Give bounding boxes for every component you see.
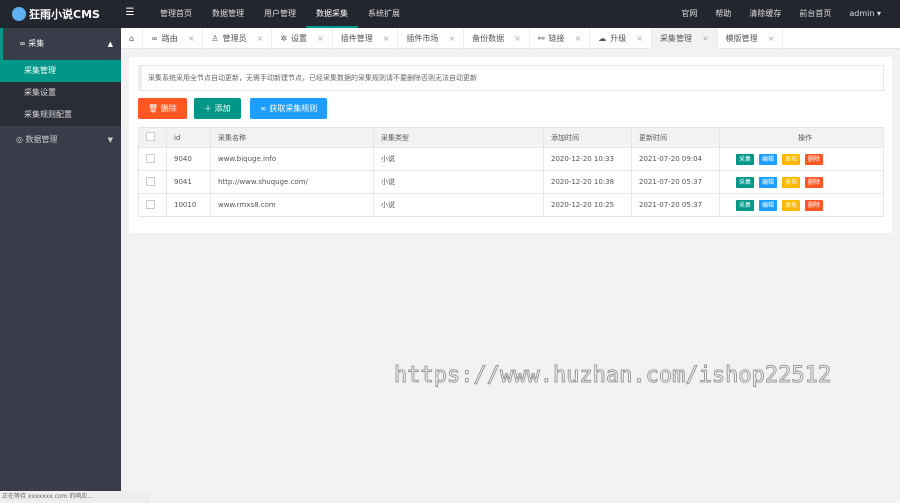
close-icon[interactable]: × xyxy=(702,28,709,49)
topnav-users[interactable]: 用户管理 xyxy=(254,0,306,28)
app-logo[interactable]: 狂雨小说CMS xyxy=(0,0,121,28)
delete-row-button[interactable]: 删除 xyxy=(805,153,824,165)
table-row: 10010 www.rmxs8.com 小说 2020-12-20 10:25 … xyxy=(138,193,884,217)
top-nav: 管理首页 数据管理 用户管理 数据采集 系统扩展 xyxy=(150,0,410,28)
tab-collect-manage[interactable]: 采集管理 × xyxy=(651,28,718,49)
topnav-collect[interactable]: 数据采集 xyxy=(306,0,358,28)
trash-icon: 🗑 xyxy=(148,104,161,113)
topnav-ext[interactable]: 系统扩展 xyxy=(358,0,410,28)
tab-upgrade[interactable]: ☁ 升级 × xyxy=(590,28,652,49)
publish-button[interactable]: 发布 xyxy=(782,176,801,188)
sidebar-group-collect[interactable]: ∞ 采集 ▲ xyxy=(0,28,121,60)
link-icon: ∞ xyxy=(260,104,270,113)
table-row: 9041 http://www.shuquge.com/ 小说 2020-12-… xyxy=(138,170,884,194)
collect-table: id 采集名称 采集类型 添加时间 更新时间 操作 9040 www.biqug… xyxy=(138,127,884,217)
collect-button[interactable]: 采集 xyxy=(736,176,755,188)
sidebar-group-data[interactable]: ◎ 数据管理 ▼ xyxy=(0,126,121,154)
menu-toggle-icon[interactable]: ☰ xyxy=(124,7,136,19)
tab-settings[interactable]: ✲ 设置 × xyxy=(272,28,333,49)
plus-icon: ＋ xyxy=(204,104,215,113)
add-button[interactable]: ＋ 添加 xyxy=(194,98,241,119)
close-icon[interactable]: × xyxy=(514,28,521,49)
table-row: 9040 www.biquge.info 小说 2020-12-20 10:33… xyxy=(138,147,884,171)
tab-plugin-market[interactable]: 插件市场 × xyxy=(398,28,465,49)
link-icon: ∞ xyxy=(19,39,29,48)
fetch-rules-button[interactable]: ∞ 获取采集规则 xyxy=(250,98,328,119)
gear-icon: ✲ xyxy=(280,34,288,43)
topnav-data[interactable]: 数据管理 xyxy=(202,0,254,28)
tab-route[interactable]: ∞ 路由 × xyxy=(143,28,204,49)
col-name[interactable]: 采集名称 xyxy=(210,127,374,148)
sidebar-item-collect-rules[interactable]: 采集规则配置 xyxy=(0,104,121,126)
right-nav: 官网 帮助 清除缓存 前台首页 admin ▾ xyxy=(672,0,890,28)
delete-row-button[interactable]: 删除 xyxy=(805,176,824,188)
close-icon[interactable]: × xyxy=(575,28,582,49)
sidebar-group-label: 数据管理 xyxy=(25,135,58,144)
collect-button[interactable]: 采集 xyxy=(736,153,755,165)
col-updated[interactable]: 更新时间 xyxy=(631,127,720,148)
cloud-icon xyxy=(12,7,26,21)
publish-button[interactable]: 发布 xyxy=(782,199,801,211)
edit-button[interactable]: 编辑 xyxy=(759,199,778,211)
publish-button[interactable]: 发布 xyxy=(782,153,801,165)
tab-templates[interactable]: 模版管理 × xyxy=(718,28,784,49)
close-icon[interactable]: × xyxy=(636,28,643,49)
tab-bar: ⌂ ∞ 路由 × ♙ 管理员 × ✲ 设置 × 插件管理 × 插件市场 × 备份数据 × ⚯ 链接 ×… xyxy=(121,28,900,49)
col-added[interactable]: 添加时间 xyxy=(543,127,632,148)
close-icon[interactable]: × xyxy=(383,28,390,49)
edit-button[interactable]: 编辑 xyxy=(759,176,778,188)
row-checkbox[interactable] xyxy=(146,199,155,209)
app-title: 狂雨小说CMS xyxy=(29,8,100,21)
select-all-checkbox[interactable] xyxy=(146,132,155,141)
tab-links[interactable]: ⚯ 链接 × xyxy=(530,28,591,49)
col-id[interactable]: id xyxy=(166,127,211,148)
status-bar: 正在等待 xxxxxxx.com 的响应... xyxy=(0,491,150,503)
link-icon: ∞ xyxy=(151,34,158,43)
sidebar-group-label: 采集 xyxy=(28,39,45,48)
sidebar: ∞ 采集 ▲ 采集管理 采集设置 采集规则配置 ◎ 数据管理 ▼ xyxy=(0,28,121,503)
close-icon[interactable]: × xyxy=(188,28,195,49)
col-type[interactable]: 采集类型 xyxy=(373,127,544,148)
sidebar-item-collect-settings[interactable]: 采集设置 xyxy=(0,82,121,104)
tab-plugins[interactable]: 插件管理 × xyxy=(333,28,399,49)
close-icon[interactable]: × xyxy=(257,28,264,49)
topnav-home[interactable]: 管理首页 xyxy=(150,0,202,28)
collect-button[interactable]: 采集 xyxy=(736,199,755,211)
notice-text: 采集系统采用全节点自动更新，无需手动新建节点，已经采集数据的采集规则请不要删除否… xyxy=(138,65,884,91)
user-icon: ♙ xyxy=(211,34,219,43)
home-icon: ⌂ xyxy=(129,34,135,43)
watermark: https://www.huzhan.com/ishop22512 xyxy=(393,363,832,389)
tab-admin[interactable]: ♙ 管理员 × xyxy=(203,28,273,49)
delete-row-button[interactable]: 删除 xyxy=(805,199,824,211)
close-icon[interactable]: × xyxy=(448,28,455,49)
rnav-help[interactable]: 帮助 xyxy=(706,0,740,28)
close-icon[interactable]: × xyxy=(317,28,324,49)
tab-backup[interactable]: 备份数据 × xyxy=(464,28,530,49)
rnav-clear-cache[interactable]: 清除缓存 xyxy=(740,0,790,28)
rnav-site[interactable]: 官网 xyxy=(672,0,706,28)
chevron-down-icon: ▼ xyxy=(107,136,113,144)
row-checkbox[interactable] xyxy=(146,176,155,186)
chevron-up-icon: ▲ xyxy=(107,40,113,48)
data-icon: ◎ xyxy=(16,135,26,144)
chain-icon: ⚯ xyxy=(537,34,545,43)
top-bar: 狂雨小说CMS ☰ 管理首页 数据管理 用户管理 数据采集 系统扩展 官网 帮助… xyxy=(0,0,900,28)
tab-home[interactable]: ⌂ xyxy=(121,28,144,49)
cloud-icon: ☁ xyxy=(598,34,607,43)
rnav-frontend[interactable]: 前台首页 xyxy=(790,0,840,28)
rnav-user-menu[interactable]: admin ▾ xyxy=(840,0,890,28)
col-actions: 操作 xyxy=(719,127,884,148)
delete-button[interactable]: 🗑 删除 xyxy=(138,98,187,119)
edit-button[interactable]: 编辑 xyxy=(759,153,778,165)
sidebar-item-collect-manage[interactable]: 采集管理 xyxy=(0,60,121,82)
close-icon[interactable]: × xyxy=(768,28,775,49)
row-checkbox[interactable] xyxy=(146,153,155,163)
main-card: 采集系统采用全节点自动更新，无需手动新建节点，已经采集数据的采集规则请不要删除否… xyxy=(129,57,892,233)
